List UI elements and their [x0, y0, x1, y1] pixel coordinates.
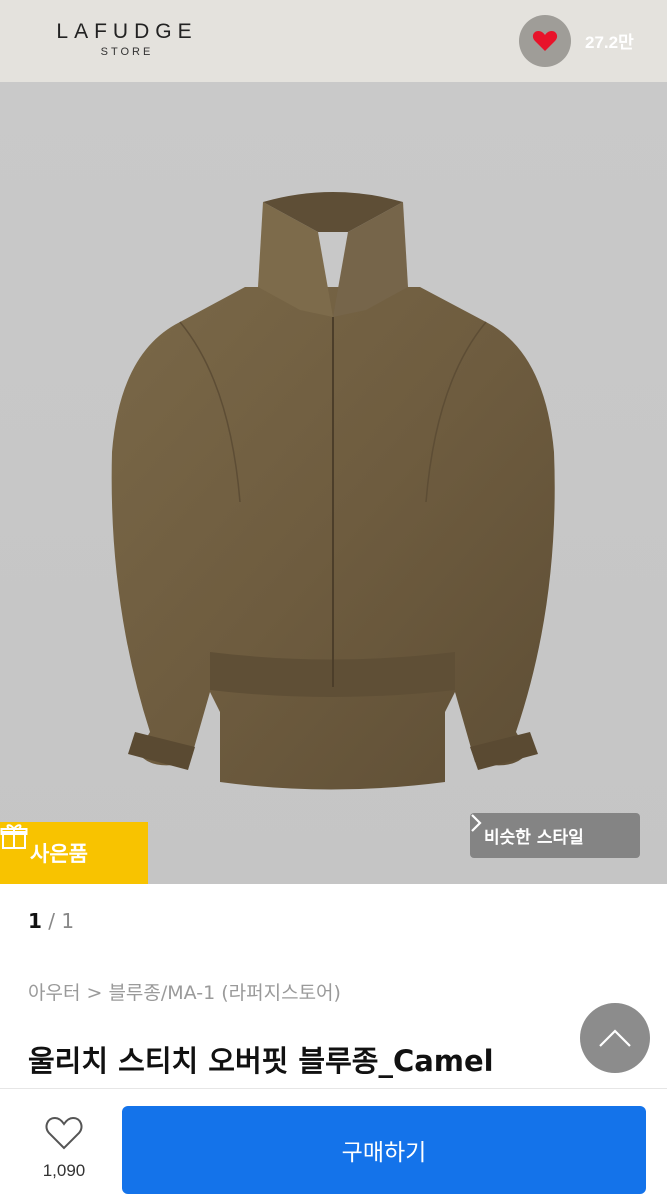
- store-like-count: 27.2만: [585, 33, 634, 52]
- store-like-button[interactable]: [519, 15, 571, 67]
- jacket-image: [111, 192, 555, 790]
- pager-separator: /: [48, 909, 56, 933]
- product-title: 울리치 스티치 오버핏 블루종_Camel: [28, 1044, 494, 1078]
- similar-style-label: 비슷한 스타일: [484, 828, 584, 848]
- gift-badge[interactable]: 사은품: [0, 822, 148, 884]
- store-header: LAFUDGE STORE 27.2만: [0, 0, 667, 82]
- product-image[interactable]: 사은품 비슷한 스타일: [0, 82, 667, 884]
- chevron-right-icon: [471, 814, 482, 832]
- image-pager: 1 / 1: [28, 909, 74, 933]
- store-logo[interactable]: LAFUDGE STORE: [32, 20, 222, 58]
- scroll-top-button[interactable]: [580, 1003, 650, 1073]
- like-button[interactable]: 1,090: [18, 1115, 110, 1181]
- logo-sub-text: STORE: [100, 46, 154, 58]
- logo-main-text: LAFUDGE: [56, 20, 198, 43]
- heart-outline-icon: [45, 1116, 83, 1150]
- gift-icon: [0, 824, 28, 849]
- buy-button[interactable]: 구매하기: [122, 1106, 646, 1194]
- chevron-up-icon: [599, 1029, 631, 1047]
- category-breadcrumb[interactable]: 아우터 > 블루종/MA-1 (라퍼지스토어): [28, 978, 341, 1005]
- like-count: 1,090: [42, 1161, 86, 1180]
- pager-current: 1: [28, 909, 42, 933]
- similar-style-button[interactable]: 비슷한 스타일: [470, 813, 640, 858]
- heart-icon: [532, 31, 558, 51]
- gift-badge-label: 사은품: [30, 842, 88, 866]
- pager-total: 1: [61, 909, 75, 933]
- bottom-action-bar: 1,090 구매하기: [0, 1088, 667, 1200]
